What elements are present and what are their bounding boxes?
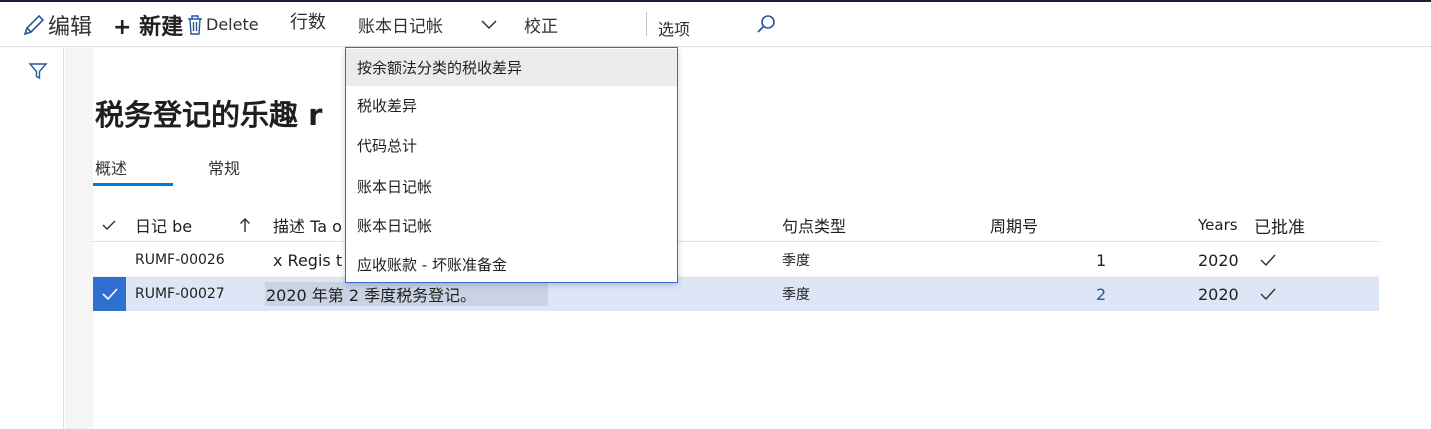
search-button[interactable] bbox=[755, 2, 777, 47]
left-rail bbox=[0, 48, 64, 429]
menu-item-ledger-journal[interactable]: 账本日记帐 bbox=[346, 168, 677, 205]
lines-button-label: 行数 bbox=[290, 11, 326, 33]
edit-button[interactable]: 编辑 bbox=[22, 2, 92, 47]
verify-button[interactable]: 校正 bbox=[524, 2, 558, 47]
new-button-label: + 新建 bbox=[113, 14, 184, 40]
checkmark-icon bbox=[1260, 288, 1276, 301]
tab-general[interactable]: 常规 bbox=[208, 155, 240, 179]
options-button-label: 选项 bbox=[658, 19, 691, 39]
column-header-approved[interactable]: 已批准 bbox=[1254, 208, 1305, 242]
page-title: 税务登记的乐趣 r bbox=[95, 98, 323, 132]
column-header-period-number[interactable]: 周期号 bbox=[990, 208, 1038, 242]
menu-item-tax-difference[interactable]: 税收差异 bbox=[346, 87, 677, 124]
checkmark-icon bbox=[1260, 254, 1276, 267]
delete-button[interactable]: Delete bbox=[186, 2, 259, 47]
verify-button-label: 校正 bbox=[524, 17, 558, 37]
action-toolbar: 编辑 + 新建 Delete 行数 账本日记帐 校正 选项 bbox=[0, 2, 1431, 47]
approved-cell bbox=[1259, 243, 1277, 277]
period-type-cell: 季度 bbox=[782, 287, 810, 303]
selected-tab-indicator bbox=[93, 183, 173, 186]
menu-item-bad-debt-reserve[interactable]: 应收账款 - 坏账准备金 bbox=[346, 246, 677, 283]
options-button[interactable]: 选项 bbox=[658, 5, 690, 50]
ledger-journal-dropdown-menu: 按余额法分类的税收差异 税收差异 代码总计 账本日记帐 账本日记帐 应收账款 -… bbox=[345, 47, 678, 283]
search-icon bbox=[757, 14, 775, 33]
trash-icon bbox=[188, 14, 202, 35]
select-all-checkbox[interactable] bbox=[101, 208, 117, 242]
delete-button-label: Delete bbox=[206, 15, 259, 34]
column-header-period-type[interactable]: 句点类型 bbox=[782, 208, 846, 242]
column-header-years[interactable]: Years bbox=[1198, 208, 1238, 242]
menu-item-ledger-journal-2[interactable]: 账本日记帐 bbox=[346, 207, 677, 244]
period-number-cell[interactable]: 2 bbox=[1096, 277, 1106, 311]
journal-menu-dropdown-toggle[interactable] bbox=[480, 2, 498, 47]
checkmark-icon bbox=[101, 288, 118, 301]
period-number-cell: 1 bbox=[1096, 250, 1107, 270]
edit-button-label: 编辑 bbox=[48, 14, 93, 40]
checkmark-icon bbox=[102, 220, 116, 230]
table-row[interactable]: RUMF-00026 x Regis t 季度 1 2020 bbox=[93, 243, 1379, 277]
row-select-checkbox[interactable] bbox=[93, 277, 126, 311]
column-sort-button[interactable] bbox=[239, 208, 251, 242]
ledger-journal-menu-label: 账本日记帐 bbox=[358, 17, 443, 37]
menu-item-tax-difference-by-balance-method[interactable]: 按余额法分类的税收差异 bbox=[346, 49, 677, 86]
toolbar-separator bbox=[646, 12, 647, 36]
tab-overview[interactable]: 概述 bbox=[95, 155, 127, 179]
chevron-down-icon bbox=[481, 19, 497, 29]
column-header-description[interactable]: 描述 Ta o bbox=[273, 208, 342, 242]
ledger-journal-menu-button[interactable]: 账本日记帐 bbox=[358, 2, 443, 47]
table-row-selected[interactable]: RUMF-00027 2020 年第 2 季度税务登记。 季度 2 2020 bbox=[93, 277, 1379, 311]
journal-cell[interactable]: RUMF-00026 bbox=[135, 243, 225, 277]
arrow-up-icon bbox=[240, 218, 250, 232]
menu-item-code-totals[interactable]: 代码总计 bbox=[346, 127, 677, 164]
approved-cell bbox=[1259, 277, 1277, 311]
column-header-journal[interactable]: 日记 be bbox=[135, 208, 192, 242]
lines-button[interactable]: 行数 bbox=[290, 0, 326, 43]
period-type-cell: 季度 bbox=[782, 253, 810, 269]
new-button[interactable]: + 新建 bbox=[113, 2, 183, 47]
grid-header: 日记 be 描述 Ta o 句点类型 周期号 Years 已批准 bbox=[93, 208, 1379, 242]
journal-cell[interactable]: RUMF-00027 bbox=[135, 277, 225, 311]
pencil-icon bbox=[23, 14, 45, 35]
year-cell: 2020 bbox=[1198, 250, 1239, 270]
filter-icon[interactable] bbox=[28, 62, 48, 80]
year-cell: 2020 bbox=[1198, 284, 1239, 304]
description-cell[interactable]: x Regis t bbox=[273, 243, 342, 277]
